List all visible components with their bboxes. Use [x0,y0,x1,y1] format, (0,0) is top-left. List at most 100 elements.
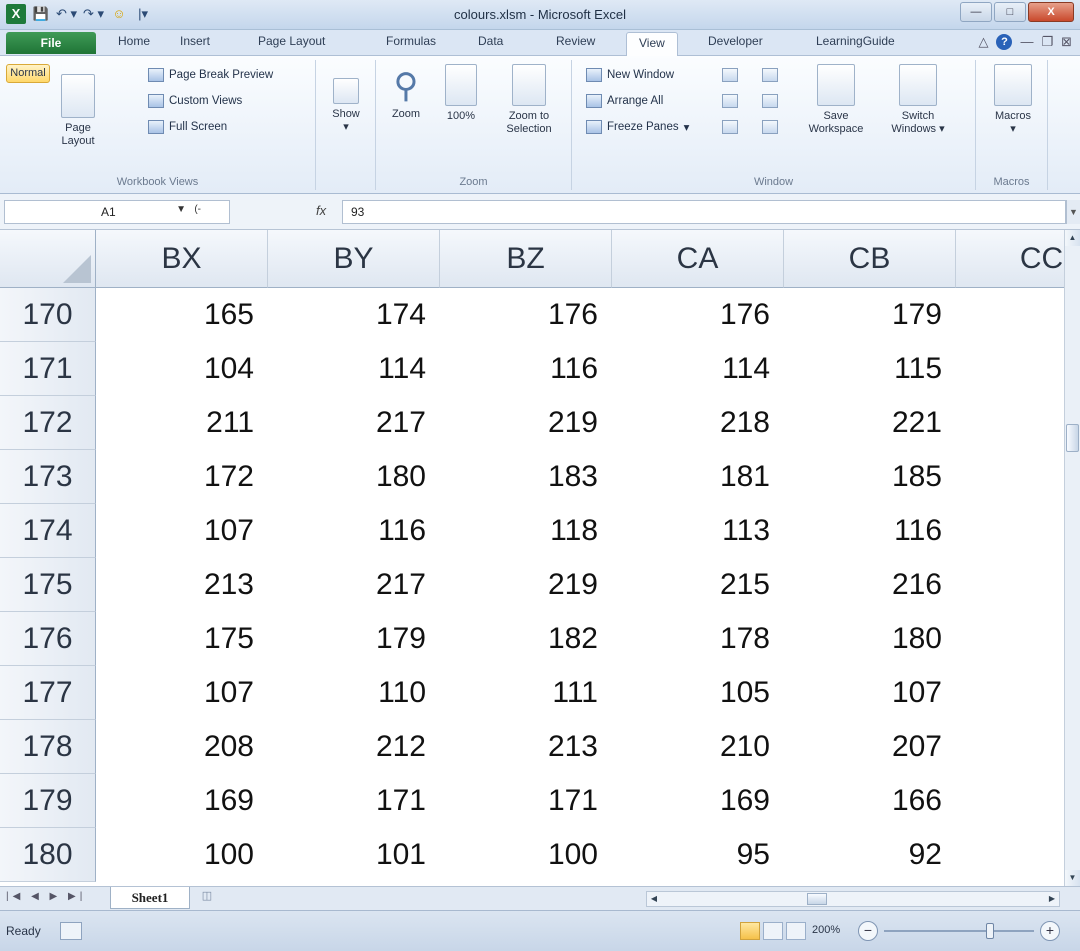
row-header[interactable]: 171 [0,342,96,396]
horizontal-scroll-thumb[interactable] [807,893,827,905]
macros-button[interactable]: Macros ▾ [986,64,1040,136]
scroll-down-arrow[interactable]: ▼ [1065,870,1080,886]
cell[interactable]: 166 [784,774,956,828]
horizontal-scrollbar[interactable]: ◀ ▶ [646,891,1060,907]
show-button[interactable]: Show ▾ [322,64,370,134]
page-break-shortcut-icon[interactable] [786,922,806,940]
cell[interactable]: 171 [268,774,440,828]
maximize-button[interactable]: □ [994,2,1026,22]
name-box[interactable]: A1 ▼ (- [4,200,230,224]
cell[interactable]: 176 [612,288,784,342]
row-header[interactable]: 170 [0,288,96,342]
insert-function-icon[interactable]: fx [316,203,326,218]
column-header[interactable]: BX [96,230,268,288]
close-button[interactable]: X [1028,2,1074,22]
cell[interactable]: 179 [784,288,956,342]
sheet-nav-arrows[interactable]: |◀ ◀ ▶ ▶| [6,891,86,902]
cell[interactable]: 169 [612,774,784,828]
row-header[interactable]: 174 [0,504,96,558]
tab-file[interactable]: File [6,32,96,54]
cell[interactable]: 107 [96,666,268,720]
cell[interactable]: 169 [96,774,268,828]
column-header[interactable]: CA [612,230,784,288]
column-header[interactable]: BZ [440,230,612,288]
cell[interactable]: 92 [784,828,956,882]
new-window-button[interactable]: New Window [586,68,674,82]
scroll-left-arrow[interactable]: ◀ [647,892,661,906]
cell[interactable]: 116 [440,342,612,396]
cell[interactable]: 180 [268,450,440,504]
view-side-by-side-icon[interactable] [762,68,778,82]
zoom-to-selection-button[interactable]: Zoom to Selection [494,64,564,136]
cell[interactable]: 115 [784,342,956,396]
formula-input[interactable]: 93 [342,200,1066,224]
normal-view-shortcut-icon[interactable] [740,922,760,940]
row-header[interactable]: 172 [0,396,96,450]
zoom-100-button[interactable]: 100% [438,64,484,123]
cell[interactable]: 217 [268,396,440,450]
zoom-slider-thumb[interactable] [986,923,994,939]
worksheet-grid[interactable]: BX BY BZ CA CB CC 170 165 174 176 176 179 171 104 114 1… [0,230,1064,886]
tab-home[interactable]: Home [118,34,150,48]
zoom-button[interactable]: ⚲ Zoom [382,64,430,121]
column-header[interactable]: BY [268,230,440,288]
tab-insert[interactable]: Insert [180,34,210,48]
page-break-preview-button[interactable]: Page Break Preview [148,68,273,82]
switch-windows-button[interactable]: Switch Windows ▾ [878,64,958,136]
scroll-up-arrow[interactable]: ▲ [1065,230,1080,246]
cell[interactable]: 95 [612,828,784,882]
cell[interactable]: 207 [784,720,956,774]
tab-developer[interactable]: Developer [708,34,763,48]
row-header[interactable]: 180 [0,828,96,882]
split-icon[interactable] [722,68,738,82]
cell[interactable]: 114 [268,342,440,396]
cell[interactable]: 179 [268,612,440,666]
row-header[interactable]: 173 [0,450,96,504]
cell[interactable]: 183 [440,450,612,504]
cell[interactable]: 165 [96,288,268,342]
cell[interactable]: 104 [96,342,268,396]
insert-sheet-icon[interactable]: ◫ [192,889,222,907]
cell[interactable]: 107 [96,504,268,558]
expand-formula-bar-icon[interactable]: ▼ [1066,200,1080,224]
cell[interactable]: 116 [268,504,440,558]
vertical-scroll-thumb[interactable] [1066,424,1079,452]
cell[interactable]: 100 [96,828,268,882]
row-header[interactable]: 179 [0,774,96,828]
cell[interactable]: 221 [784,396,956,450]
cell[interactable]: 174 [268,288,440,342]
close-workbook-icon[interactable]: ⊠ [1061,34,1072,50]
cell[interactable]: 118 [440,504,612,558]
cell[interactable]: 105 [612,666,784,720]
column-header[interactable]: CC [956,230,1064,288]
tab-view[interactable]: View [626,32,678,57]
cell[interactable]: 215 [612,558,784,612]
cell[interactable]: 182 [440,612,612,666]
name-box-dropdown-icon[interactable]: ▼ (- [176,204,201,215]
cell[interactable]: 213 [440,720,612,774]
cell[interactable]: 178 [612,612,784,666]
cell[interactable]: 213 [96,558,268,612]
cell[interactable]: 218 [612,396,784,450]
unhide-icon[interactable] [722,120,738,134]
minimize-button[interactable]: — [960,2,992,22]
custom-views-button[interactable]: Custom Views [148,94,242,108]
cell[interactable]: 181 [612,450,784,504]
tab-page-layout[interactable]: Page Layout [258,34,325,48]
cell[interactable]: 107 [784,666,956,720]
zoom-level[interactable]: 200% [812,924,840,936]
tab-learningguide[interactable]: LearningGuide [816,34,895,48]
row-header[interactable]: 175 [0,558,96,612]
synchronous-scrolling-icon[interactable] [762,94,778,108]
cell[interactable]: 211 [96,396,268,450]
tab-formulas[interactable]: Formulas [386,34,436,48]
page-layout-shortcut-icon[interactable] [763,922,783,940]
full-screen-button[interactable]: Full Screen [148,120,227,134]
restore-window-icon[interactable]: — [1020,34,1033,50]
cell[interactable]: 101 [268,828,440,882]
cell[interactable]: 172 [96,450,268,504]
page-layout-view-button[interactable]: Page Layout [56,64,100,148]
tab-data[interactable]: Data [478,34,503,48]
cell[interactable]: 217 [268,558,440,612]
cell[interactable]: 216 [784,558,956,612]
